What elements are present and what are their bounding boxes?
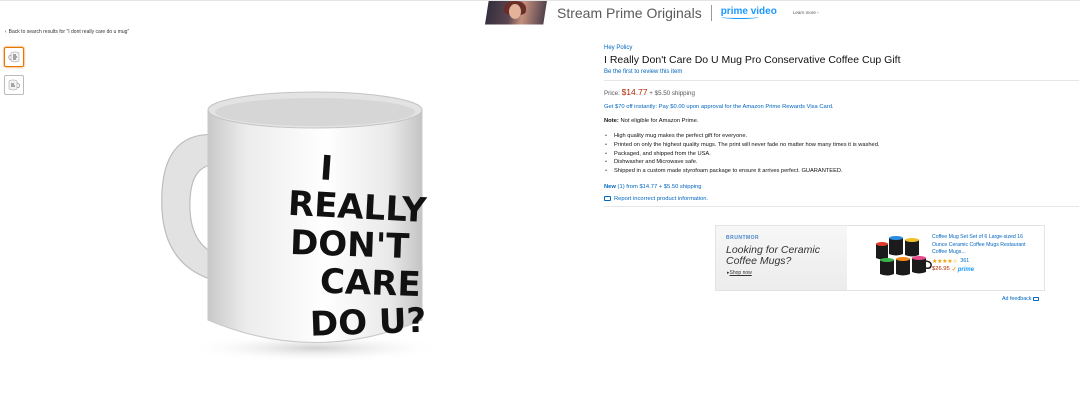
new-offers-text: (1) from $14.77 + $5.50 shipping xyxy=(617,183,702,190)
title-divider xyxy=(604,80,1079,81)
mug-print-line: DO U? xyxy=(309,301,427,345)
ad-banner-panel[interactable]: BRUNTMOR Looking for Ceramic Coffee Mugs… xyxy=(716,226,847,290)
ad-feedback-text: Ad feedback xyxy=(1002,296,1032,302)
ad-review-count: 361 xyxy=(960,258,970,265)
colored-mugs-illustration xyxy=(876,236,932,276)
note-label: Note: xyxy=(604,118,619,124)
new-label: New xyxy=(604,183,616,190)
ad-product-info: Coffee Mug Set Set of 6 Large-sized 16 O… xyxy=(932,234,1032,273)
feature-bullet: High quality mug makes the perfect gift … xyxy=(604,132,1074,141)
ad-price: $26.95 xyxy=(932,266,950,273)
prime-badge-text: prime xyxy=(957,266,975,273)
ad-product-title-link[interactable]: Coffee Mug Set Set of 6 Large-sized 16 O… xyxy=(932,234,1032,257)
shipping-cost: + $5.50 shipping xyxy=(649,90,695,97)
prime-video-logo: prime video xyxy=(720,6,777,19)
price-value: $14.77 xyxy=(621,87,648,97)
learn-more-link[interactable]: Learn more › xyxy=(793,10,819,15)
ad-mugs-image[interactable] xyxy=(872,234,934,280)
note-text: Not eligible for Amazon Prime. xyxy=(620,118,699,124)
banner-thumbnail-image xyxy=(485,0,547,25)
mug-front-thumbnail-icon xyxy=(8,51,20,63)
prime-check-icon: ✓ xyxy=(951,266,957,273)
ad-price-row: $26.95 ✓prime xyxy=(932,266,1032,273)
comment-icon xyxy=(604,196,611,202)
ad-headline: Looking for Ceramic Coffee Mugs? xyxy=(726,244,820,267)
ad-feedback-link[interactable]: Ad feedback xyxy=(1002,296,1040,302)
image-thumbnails xyxy=(4,47,24,103)
feature-bullets: High quality mug makes the perfect gift … xyxy=(604,132,1074,176)
prime-smile-icon xyxy=(720,15,759,19)
comment-icon xyxy=(1033,296,1040,302)
first-review-link[interactable]: Be the first to review this item xyxy=(604,69,1074,75)
shop-now-text: Shop now xyxy=(729,270,752,276)
thumbnail-2[interactable] xyxy=(4,75,24,95)
banner-title: Stream Prime Originals xyxy=(557,4,702,21)
feature-bullet: Dishwasher and Microwave safe. xyxy=(604,158,1074,167)
sponsored-ad[interactable]: BRUNTMOR Looking for Ceramic Coffee Mugs… xyxy=(715,225,1045,291)
price-label: Price: xyxy=(604,90,620,97)
back-to-results-text: Back to search results for "I dont reall… xyxy=(8,29,130,35)
new-offers-link[interactable]: New (1) from $14.77 + $5.50 shipping xyxy=(604,184,1074,190)
chevron-left-icon: ‹ xyxy=(5,29,7,35)
report-incorrect-info-link[interactable]: Report incorrect product information. xyxy=(604,196,1074,202)
prime-badge: ✓prime xyxy=(952,266,974,273)
prime-note: Note: Not eligible for Amazon Prime. xyxy=(604,118,1074,124)
price-row: Price: $14.77 + $5.50 shipping xyxy=(604,87,1074,97)
feature-bullet: Printed on only the highest quality mugs… xyxy=(604,141,1074,150)
feature-bullet: Shipped in a custom made styrofoam packa… xyxy=(604,167,1074,176)
ad-brand: BRUNTMOR xyxy=(726,235,760,241)
details-divider xyxy=(604,205,1079,207)
feature-bullet: Packaged, and shipped from the USA. xyxy=(604,150,1074,159)
product-title: I Really Don't Care Do U Mug Pro Conserv… xyxy=(604,54,901,66)
mug-print-line: CARE xyxy=(319,262,421,305)
mug-inside xyxy=(215,98,415,126)
banner-separator xyxy=(710,4,712,21)
prime-video-banner[interactable]: Stream Prime Originals prime video Learn… xyxy=(485,0,820,25)
main-product-image[interactable]: I REALLY DON'T CARE DO U? xyxy=(150,80,450,370)
product-details: Hey Policy I Really Don't Care Do U Mug … xyxy=(604,45,1079,207)
mug-print-line: DON'T xyxy=(289,223,410,267)
mug-side-thumbnail-icon xyxy=(8,79,20,91)
back-to-results-link[interactable]: ‹ Back to search results for "I dont real… xyxy=(5,29,129,35)
brand-link[interactable]: Hey Policy xyxy=(604,45,1074,51)
visa-promo-link[interactable]: Get $70 off instantly: Pay $0.00 upon ap… xyxy=(604,104,1074,110)
star-rating-icon: ★★★★☆ xyxy=(932,258,958,265)
report-text: Report incorrect product information. xyxy=(614,195,709,202)
thumbnail-1[interactable] xyxy=(4,47,24,67)
ad-shop-now-link[interactable]: ▸Shop now xyxy=(727,270,752,276)
ad-rating[interactable]: ★★★★☆ 361 xyxy=(932,258,1032,265)
